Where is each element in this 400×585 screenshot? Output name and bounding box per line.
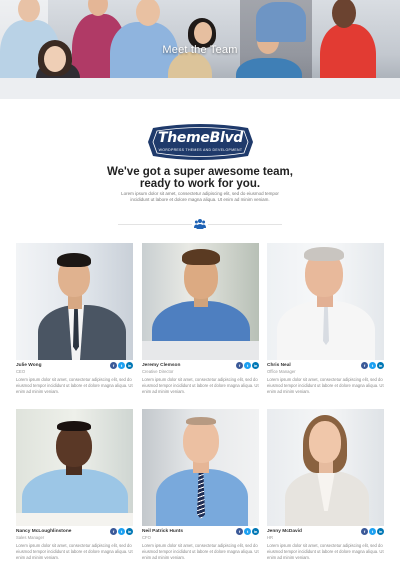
divider-right — [208, 224, 282, 225]
team-member-name: Jenny McDavid — [267, 529, 302, 534]
team-member-role: Sales Manager — [16, 535, 45, 540]
team-member-name: Neil Patrick Hunts — [142, 529, 184, 534]
team-headline-line-2: ready to work for you. — [139, 178, 261, 190]
team-member-photo — [16, 243, 133, 360]
facebook-icon[interactable]: f — [361, 362, 368, 369]
team-member-bio: Lorem ipsum dolor sit amet, consectetur … — [142, 543, 259, 560]
team-member-bio: Lorem ipsum dolor sit amet, consectetur … — [267, 377, 384, 394]
theme-blvd-logo: ThemeBlvd WORDPRESS THEMES AND DEVELOPME… — [145, 122, 256, 162]
team-icon — [194, 219, 206, 229]
team-headline: We've got a super awesome team, ready to… — [0, 166, 400, 190]
facebook-icon[interactable]: f — [110, 362, 117, 369]
team-member-bio: Lorem ipsum dolor sit amet, consectetur … — [16, 543, 133, 560]
facebook-icon[interactable]: f — [236, 528, 243, 535]
linkedin-icon[interactable]: in — [377, 528, 384, 535]
team-member-name: Julie Wong — [16, 363, 42, 368]
divider-left — [118, 224, 192, 225]
team-member-name: Jeremy Clemson — [142, 363, 181, 368]
logo-wordmark: ThemeBlvd — [157, 130, 243, 146]
linkedin-icon[interactable]: in — [252, 528, 259, 535]
linkedin-icon[interactable]: in — [126, 362, 133, 369]
team-member-photo — [267, 243, 384, 360]
team-member-photo — [16, 409, 133, 526]
social-links: f t in — [110, 528, 133, 535]
social-links: f t in — [236, 528, 259, 535]
linkedin-icon[interactable]: in — [377, 362, 384, 369]
team-member-bio: Lorem ipsum dolor sit amet, consectetur … — [16, 377, 133, 394]
team-member-role: Office Manager — [267, 369, 296, 374]
hero-banner: Meet the Team — [0, 0, 400, 99]
team-member-name: Nancy McLoughlinstone — [16, 529, 72, 534]
team-member-role: HR — [267, 535, 274, 540]
team-headline-line-1: We've got a super awesome team, — [107, 166, 293, 178]
team-member-name: Chris Neal — [267, 363, 291, 368]
team-intro-text: Lorem ipsum dolor sit amet, consectetur … — [121, 191, 279, 202]
twitter-icon[interactable]: t — [369, 362, 376, 369]
hero-person-head — [194, 22, 212, 44]
hero-person — [256, 2, 306, 42]
team-member-bio: Lorem ipsum dolor sit amet, consectetur … — [142, 377, 259, 394]
social-links: f t in — [236, 362, 259, 369]
team-member-bio: Lorem ipsum dolor sit amet, consectetur … — [267, 543, 384, 560]
facebook-icon[interactable]: f — [236, 362, 243, 369]
team-member-role: CFO — [142, 535, 151, 540]
facebook-icon[interactable]: f — [110, 528, 117, 535]
twitter-icon[interactable]: t — [369, 528, 376, 535]
linkedin-icon[interactable]: in — [252, 362, 259, 369]
social-links: f t in — [110, 362, 133, 369]
twitter-icon[interactable]: t — [244, 362, 251, 369]
hero-desk — [0, 78, 400, 99]
team-member-photo — [142, 409, 259, 526]
twitter-icon[interactable]: t — [118, 362, 125, 369]
social-links: f t in — [361, 528, 384, 535]
linkedin-icon[interactable]: in — [126, 528, 133, 535]
social-links: f t in — [361, 362, 384, 369]
facebook-icon[interactable]: f — [361, 528, 368, 535]
hero-title: Meet the Team — [162, 44, 238, 56]
twitter-icon[interactable]: t — [244, 528, 251, 535]
team-member-photo — [267, 409, 384, 526]
logo-tagline: WORDPRESS THEMES AND DEVELOPMENT — [158, 148, 243, 152]
twitter-icon[interactable]: t — [118, 528, 125, 535]
team-member-role: Creative Director — [142, 369, 174, 374]
team-member-photo — [142, 243, 259, 360]
team-member-role: CEO — [16, 369, 26, 374]
